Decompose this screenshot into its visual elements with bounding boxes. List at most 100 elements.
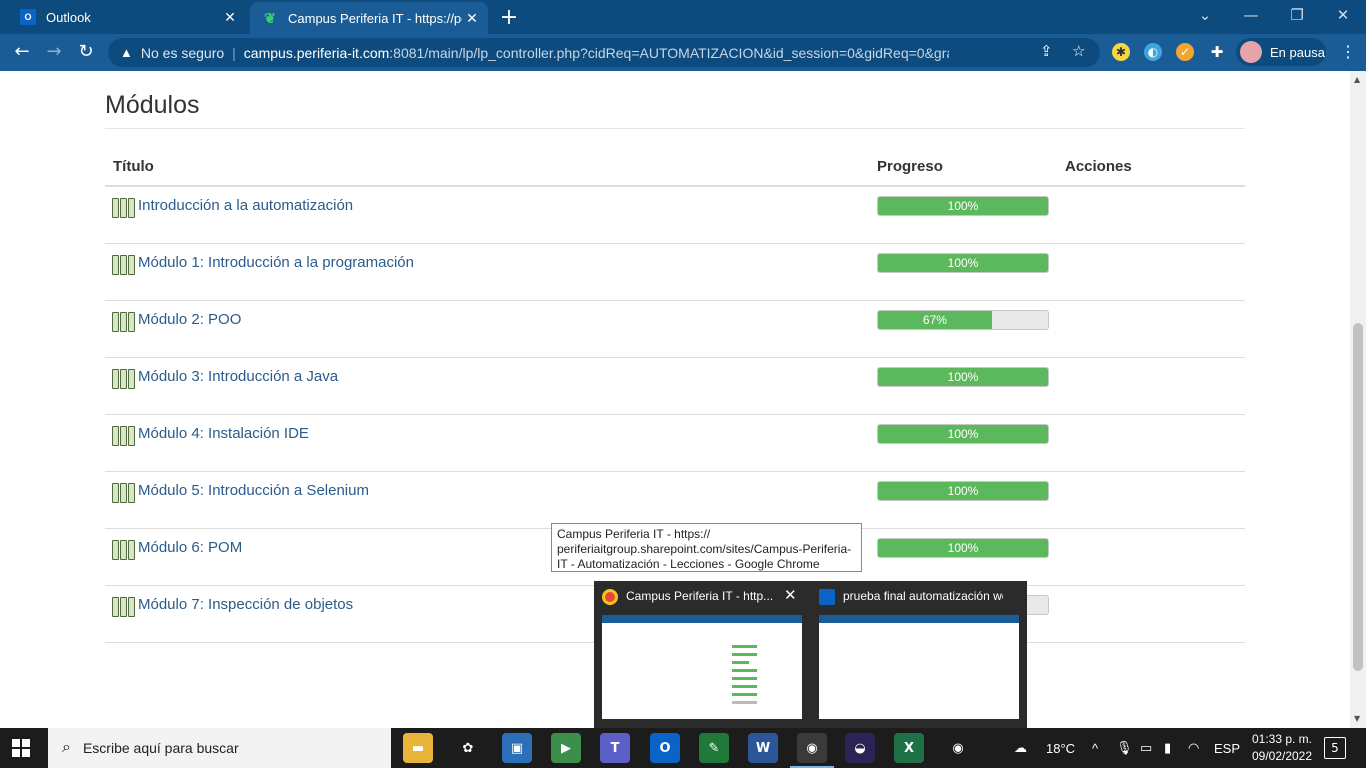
close-window-button[interactable]: ✕ (1320, 6, 1366, 24)
module-icon (112, 255, 135, 275)
preview-chrome[interactable]: Campus Periferia IT - http... ✕ (594, 581, 804, 728)
language-indicator[interactable]: ESP (1214, 728, 1240, 768)
extension-icon[interactable]: ◐ (1144, 43, 1162, 61)
share-icon[interactable]: ⇪ (1040, 42, 1053, 60)
new-tab-button[interactable]: + (498, 5, 520, 30)
weather-temp[interactable]: 18°C (1046, 728, 1075, 768)
close-icon[interactable]: ✕ (784, 586, 797, 604)
preview-thumbnail[interactable] (819, 615, 1019, 719)
scroll-down-icon[interactable]: ▼ (1354, 714, 1360, 723)
extension-icon[interactable]: ✓ (1176, 43, 1194, 61)
progress-bar: 67% (877, 310, 1049, 330)
taskbar-clock[interactable]: 01:33 p. m. 09/02/2022 (1247, 731, 1317, 765)
taskbar-tooltip: Campus Periferia IT - https:// periferia… (551, 523, 862, 572)
chrome-icon[interactable]: ◉ (943, 733, 973, 763)
module-link[interactable]: Módulo 2: POO (138, 311, 241, 328)
module-icon (112, 483, 135, 503)
module-row: Módulo 3: Introducción a Java 100% (105, 358, 1245, 415)
avatar (1240, 41, 1262, 63)
outlook-icon[interactable]: O (650, 733, 680, 763)
module-link[interactable]: Módulo 7: Inspección de objetos (138, 596, 353, 613)
app-icon[interactable]: ✎ (699, 733, 729, 763)
chrome-icon[interactable]: ◉ (797, 733, 827, 763)
module-icon (112, 597, 135, 617)
back-button[interactable]: ← (10, 40, 34, 64)
close-icon[interactable]: ✕ (220, 9, 240, 26)
puzzle-icon[interactable]: ✚ (1208, 43, 1226, 61)
progress-bar: 100% (877, 253, 1049, 273)
module-link[interactable]: Introducción a la automatización (138, 197, 353, 214)
restore-button[interactable]: ❐ (1274, 6, 1320, 24)
module-link[interactable]: Módulo 4: Instalación IDE (138, 425, 309, 442)
url-host[interactable]: campus.periferia-it.com (244, 45, 390, 61)
module-link[interactable]: Módulo 1: Introducción a la programación (138, 254, 414, 271)
address-bar[interactable]: ▲ No es seguro | campus.periferia-it.com… (108, 38, 1100, 67)
word-icon[interactable]: W (748, 733, 778, 763)
preview-thumbnail[interactable] (602, 615, 802, 719)
progress-label: 100% (947, 484, 979, 498)
module-icon (112, 312, 135, 332)
app-icon[interactable]: ✿ (453, 733, 483, 763)
divider (105, 128, 1245, 129)
tab-campus[interactable]: ❦ Campus Periferia IT - https://peri ✕ (250, 2, 488, 34)
column-header-title: Título (113, 158, 154, 175)
microphone-icon[interactable]: 🎙 (1116, 728, 1133, 768)
module-link[interactable]: Módulo 5: Introducción a Selenium (138, 482, 369, 499)
tooltip-line: Campus Periferia IT - https:// (557, 527, 711, 541)
menu-icon[interactable]: ⋮ (1340, 42, 1356, 61)
teams-icon[interactable]: T (600, 733, 630, 763)
windows-start-icon[interactable] (12, 739, 30, 757)
tooltip-line: IT - Automatización - Lecciones - Google… (557, 557, 820, 571)
tab-search-icon[interactable]: ⌄ (1182, 6, 1228, 24)
url-path[interactable]: :8081/main/lp/lp_controller.php?cidReq=A… (389, 45, 949, 61)
page-title: Módulos (105, 91, 200, 119)
wifi-icon[interactable]: ◠ (1188, 728, 1199, 768)
chrome-icon (602, 589, 618, 605)
outlook-icon: O (20, 9, 36, 25)
forward-button[interactable]: → (42, 40, 66, 64)
chevron-up-icon[interactable]: ^ (1092, 728, 1098, 768)
taskbar-search[interactable]: ⌕ Escribe aquí para buscar (48, 728, 391, 768)
file-explorer-icon[interactable]: ▬ (403, 733, 433, 763)
star-icon[interactable]: ☆ (1072, 42, 1085, 60)
module-link[interactable]: Módulo 6: POM (138, 539, 242, 556)
progress-label: 100% (947, 199, 979, 213)
page-scrollbar[interactable]: ▲ ▼ (1350, 71, 1366, 728)
module-row: Módulo 4: Instalación IDE 100% (105, 415, 1245, 472)
module-row: Módulo 1: Introducción a la programación… (105, 244, 1245, 301)
progress-label: 100% (947, 541, 979, 555)
module-row: Módulo 5: Introducción a Selenium 100% (105, 472, 1245, 529)
scrollbar-thumb[interactable] (1353, 323, 1363, 671)
weather-icon[interactable]: ☁ (1014, 728, 1027, 768)
progress-label: 100% (947, 370, 979, 384)
excel-icon[interactable]: X (894, 733, 924, 763)
close-icon[interactable]: ✕ (462, 10, 482, 27)
tab-outlook[interactable]: O Outlook ✕ (8, 0, 246, 34)
preview-outlook[interactable]: prueba final automatización we... (811, 581, 1021, 728)
module-row: Módulo 2: POO 67% (105, 301, 1245, 358)
scroll-up-icon[interactable]: ▲ (1354, 75, 1360, 84)
battery-icon[interactable]: ▮ (1164, 728, 1171, 768)
app-icon[interactable]: ▶ (551, 733, 581, 763)
search-placeholder: Escribe aquí para buscar (82, 740, 239, 756)
security-label[interactable]: No es seguro (141, 45, 224, 61)
eclipse-icon[interactable]: ◒ (845, 733, 875, 763)
notification-button[interactable]: 5 (1324, 737, 1346, 759)
browser-tab-strip: O Outlook ✕ ❦ Campus Periferia IT - http… (0, 0, 1366, 34)
clock-date: 09/02/2022 (1251, 749, 1313, 763)
tooltip-line: periferiaitgroup.sharepoint.com/sites/Ca… (557, 542, 852, 556)
reload-button[interactable]: ↻ (74, 40, 98, 64)
progress-label: 100% (947, 256, 979, 270)
module-link[interactable]: Módulo 3: Introducción a Java (138, 368, 338, 385)
extension-icon[interactable]: ✱ (1112, 43, 1130, 61)
tray-icon[interactable]: ▭ (1140, 728, 1152, 768)
tab-title: Outlook (46, 9, 91, 25)
app-icon[interactable]: ▣ (502, 733, 532, 763)
progress-bar: 100% (877, 424, 1049, 444)
search-icon: ⌕ (62, 739, 71, 756)
warning-icon[interactable]: ▲ (120, 45, 133, 60)
minimize-button[interactable]: — (1228, 6, 1274, 24)
campus-icon: ❦ (264, 9, 276, 26)
profile-button[interactable]: En pausa (1236, 38, 1326, 66)
outlook-icon (819, 589, 835, 605)
